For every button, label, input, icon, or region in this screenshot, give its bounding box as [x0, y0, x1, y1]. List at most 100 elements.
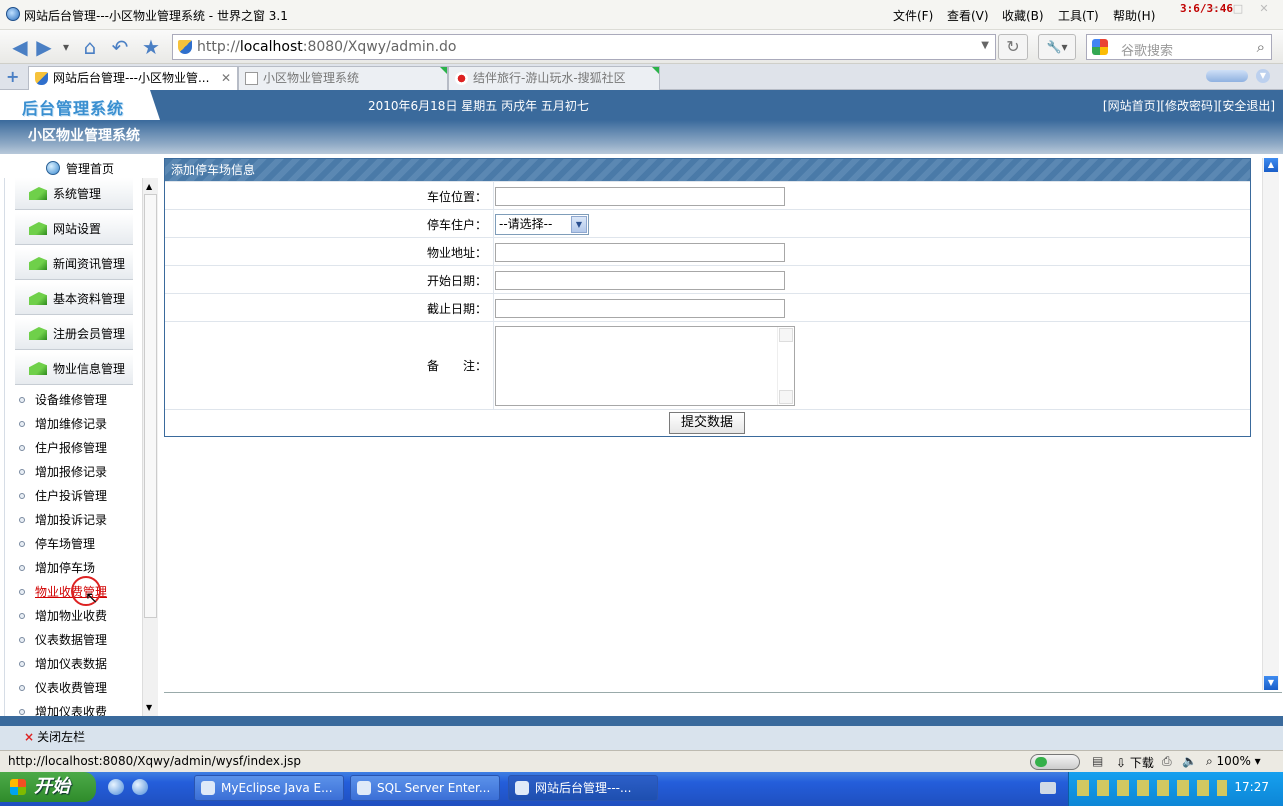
form-row-end-date: 截止日期：: [165, 293, 1250, 321]
form-row-remark: 备 注：: [165, 321, 1250, 409]
sidebar-section-news[interactable]: 新闻资讯管理: [15, 248, 133, 280]
forward-icon[interactable]: ▶: [32, 35, 56, 59]
minimize-icon[interactable]: ─: [1206, 3, 1222, 15]
scroll-down-icon[interactable]: ▼: [146, 703, 152, 712]
address-input[interactable]: [495, 243, 785, 262]
printer-icon[interactable]: ⎙: [1162, 754, 1172, 769]
undo-close-icon[interactable]: ↶: [108, 35, 132, 59]
flag-icon: [29, 292, 47, 305]
sidebar-item[interactable]: 仪表数据管理: [19, 630, 107, 650]
refresh-icon[interactable]: ↻: [998, 34, 1028, 60]
submit-button[interactable]: 提交数据: [669, 412, 745, 434]
tab-property-system[interactable]: 小区物业管理系统: [238, 66, 448, 90]
sidebar-item[interactable]: 增加停车场: [19, 558, 95, 578]
menu-help[interactable]: 帮助(H): [1113, 7, 1155, 24]
sidebar-scroll-thumb[interactable]: [144, 194, 157, 618]
search-box[interactable]: 谷歌搜索 ⌕: [1086, 34, 1272, 60]
close-left-button[interactable]: × 关闭左栏: [24, 728, 85, 745]
sidebar-item[interactable]: 增加仪表收费: [19, 702, 107, 716]
sidebar-section-site[interactable]: 网站设置: [15, 213, 133, 245]
sidebar-section-members[interactable]: 注册会员管理: [15, 318, 133, 350]
sidebar-scrollbar[interactable]: ▲ ▼: [142, 178, 158, 716]
content-scrollbar[interactable]: ▲ ▼: [1262, 158, 1279, 690]
google-icon[interactable]: [1092, 39, 1108, 55]
menu-favorites[interactable]: 收藏(B): [1002, 7, 1044, 24]
location-input[interactable]: [495, 187, 785, 206]
textarea-scroll-down[interactable]: [779, 390, 793, 404]
close-tab-icon[interactable]: ✕: [221, 67, 231, 89]
sidebar-item[interactable]: 增加仪表数据: [19, 654, 107, 674]
address-dropdown-icon[interactable]: ▼: [981, 40, 989, 51]
sidebar-item[interactable]: 增加物业收费: [19, 606, 107, 626]
start-date-input[interactable]: [495, 271, 785, 290]
address-bar[interactable]: http://localhost:8080/Xqwy/admin.do ▼: [172, 34, 996, 60]
sidebar-section-system[interactable]: 系统管理: [15, 178, 133, 210]
tab-menu-icon[interactable]: ▼: [1256, 69, 1270, 83]
task-myeclipse[interactable]: MyEclipse Java E...: [194, 775, 344, 801]
resident-select[interactable]: --请选择-- ▼: [495, 214, 589, 235]
resident-label: 停车住户：: [426, 218, 487, 232]
menu-file[interactable]: 文件(F): [893, 7, 933, 24]
page-icon[interactable]: ▤: [1092, 754, 1103, 768]
menu-tools[interactable]: 工具(T): [1058, 7, 1099, 24]
wrench-tools-icon[interactable]: 🔧▾: [1038, 34, 1076, 60]
maximize-icon[interactable]: □: [1230, 3, 1246, 15]
sidebar-item[interactable]: 增加维修记录: [19, 414, 107, 434]
menu-view[interactable]: 查看(V): [947, 7, 989, 24]
sidebar-item[interactable]: 住户报修管理: [19, 438, 107, 458]
search-placeholder[interactable]: 谷歌搜索: [1121, 40, 1173, 59]
sidebar-menu: 系统管理 网站设置 新闻资讯管理 基本资料管理 注册会员管理 物业信息管理 设备…: [4, 178, 158, 716]
new-tab-icon[interactable]: +: [6, 67, 19, 86]
task-browser[interactable]: 网站后台管理---...: [508, 775, 658, 801]
sidebar-section-basic[interactable]: 基本资料管理: [15, 283, 133, 315]
tray-icons[interactable]: [1077, 780, 1227, 796]
windows-taskbar: 开始 MyEclipse Java E... SQL Server Enter.…: [0, 772, 1283, 806]
remark-textarea[interactable]: [495, 326, 795, 406]
system-subheader: 小区物业管理系统: [0, 120, 1283, 154]
task-sqlserver[interactable]: SQL Server Enter...: [350, 775, 500, 801]
download-button[interactable]: ⇩ 下载: [1116, 754, 1154, 771]
scroll-down-icon[interactable]: ▼: [1264, 676, 1278, 690]
flag-icon: [29, 327, 47, 340]
history-dropdown-icon[interactable]: ▾: [60, 35, 72, 59]
sidebar-item[interactable]: 停车场管理: [19, 534, 95, 554]
end-date-input[interactable]: [495, 299, 785, 318]
chevron-down-icon[interactable]: ▼: [571, 216, 587, 233]
favorites-star-icon[interactable]: ★: [139, 35, 163, 59]
flag-icon: [29, 362, 47, 375]
scroll-up-icon[interactable]: ▲: [146, 182, 152, 191]
sidebar-item[interactable]: 设备维修管理: [19, 390, 107, 410]
quicklaunch-browser-icon[interactable]: [132, 779, 148, 795]
close-icon[interactable]: ×: [24, 730, 34, 744]
scroll-up-icon[interactable]: ▲: [1264, 158, 1278, 172]
start-button[interactable]: 开始: [0, 772, 96, 802]
back-icon[interactable]: ◀: [8, 35, 32, 59]
sidebar-item[interactable]: 增加报修记录: [19, 462, 107, 482]
tab-corner-marker: [652, 67, 659, 74]
search-icon[interactable]: ⌕: [1257, 38, 1265, 56]
tab-travel[interactable]: 结伴旅行-游山玩水-搜狐社区: [448, 66, 660, 90]
sidebar-item[interactable]: 住户投诉管理: [19, 486, 107, 506]
speaker-icon[interactable]: 🔈: [1182, 754, 1197, 768]
toggle-switch-icon[interactable]: [1030, 754, 1080, 770]
form-row-resident: 停车住户： --请选择-- ▼: [165, 209, 1250, 237]
sidebar-item[interactable]: 仪表收费管理: [19, 678, 107, 698]
quicklaunch-ie-icon[interactable]: [108, 779, 124, 795]
sidebar-item[interactable]: 增加投诉记录: [19, 510, 107, 530]
form-title: 添加停车场信息: [165, 159, 1250, 181]
textarea-scrollbar[interactable]: [777, 327, 794, 405]
header-links[interactable]: [网站首页][修改密码][安全退出]: [1103, 97, 1275, 114]
zoom-level[interactable]: ⌕ 100% ▾: [1206, 754, 1261, 769]
textarea-scroll-up[interactable]: [779, 328, 793, 342]
tab-scroll-icon[interactable]: [1206, 70, 1248, 82]
sidebar-home[interactable]: 管理首页: [46, 160, 114, 177]
bullet-icon: [19, 541, 25, 547]
address-url[interactable]: http://localhost:8080/Xqwy/admin.do: [197, 39, 457, 55]
sidebar-section-property[interactable]: 物业信息管理: [15, 353, 133, 385]
tab-admin[interactable]: 网站后台管理---小区物业管... ✕: [28, 66, 238, 90]
column-divider: [493, 266, 494, 293]
keyboard-icon[interactable]: [1040, 782, 1056, 794]
sohu-tab-icon: [455, 72, 468, 85]
close-window-icon[interactable]: ✕: [1256, 3, 1272, 15]
home-icon[interactable]: ⌂: [78, 35, 102, 59]
